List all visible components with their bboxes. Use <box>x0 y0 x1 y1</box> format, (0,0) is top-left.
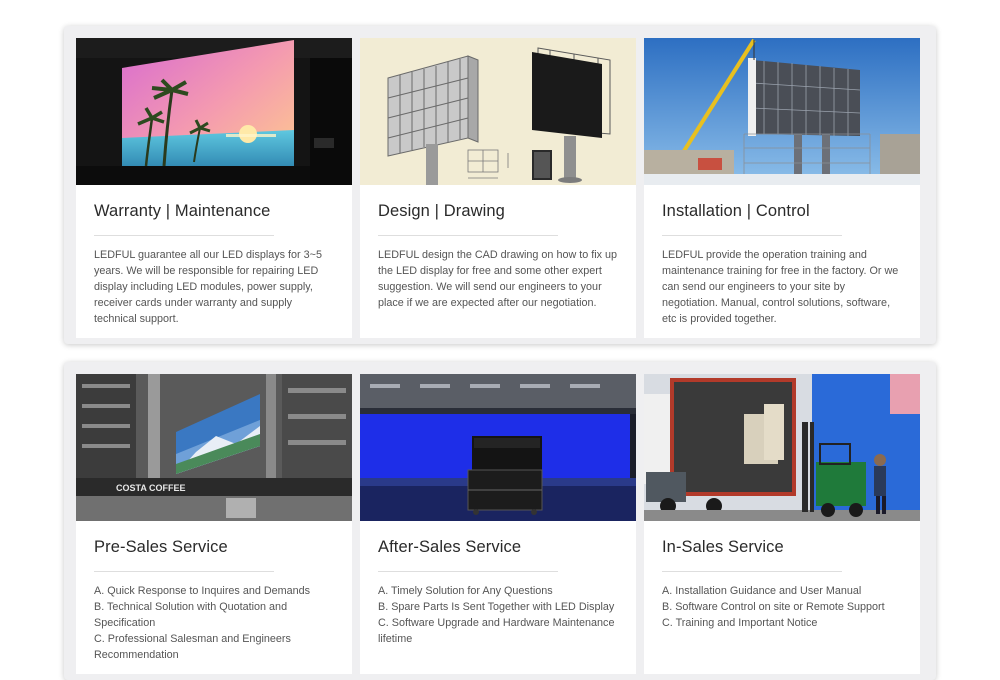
title-divider <box>378 571 558 572</box>
service-card-warranty: Warranty | Maintenance LEDFUL guarantee … <box>76 38 352 338</box>
photo-cad-drawing <box>360 38 636 185</box>
list-item: A. Timely Solution for Any Questions <box>378 585 553 597</box>
title-divider <box>94 235 274 236</box>
service-title: Installation | Control <box>662 202 810 220</box>
services-panel-top: Warranty | Maintenance LEDFUL guarantee … <box>64 26 936 344</box>
list-item: C. Software Upgrade and Hardware Mainten… <box>378 617 615 645</box>
costa-coffee-sign: COSTA COFFEE <box>116 483 186 493</box>
service-card-design: Design | Drawing LEDFUL design the CAD d… <box>360 38 636 338</box>
title-divider <box>378 235 558 236</box>
photo-indoor-led-display <box>76 38 352 185</box>
service-title: Pre-Sales Service <box>94 538 228 556</box>
title-divider <box>662 235 842 236</box>
service-list: A. Timely Solution for Any Questions B. … <box>378 583 623 647</box>
service-card-pre-sales: COSTA COFFEE Pre-Sales Service A. Quick … <box>76 374 352 674</box>
service-card-in-sales: In-Sales Service A. Installation Guidanc… <box>644 374 920 674</box>
list-item: A. Installation Guidance and User Manual <box>662 585 862 597</box>
photo-billboard-installation <box>644 38 920 185</box>
service-title: Design | Drawing <box>378 202 505 220</box>
services-panel-bottom: COSTA COFFEE Pre-Sales Service A. Quick … <box>64 362 936 680</box>
list-item: B. Software Control on site or Remote Su… <box>662 601 885 613</box>
list-item: C. Professional Salesman and Engineers R… <box>94 633 291 661</box>
service-description: LEDFUL guarantee all our LED displays fo… <box>94 249 322 325</box>
service-card-installation: Installation | Control LEDFUL provide th… <box>644 38 920 338</box>
service-description: LEDFUL design the CAD drawing on how to … <box>378 249 618 309</box>
list-item: B. Spare Parts Is Sent Together with LED… <box>378 601 615 613</box>
photo-mall-led-display: COSTA COFFEE <box>76 374 352 521</box>
service-list: A. Quick Response to Inquires and Demand… <box>94 583 339 663</box>
list-item: A. Quick Response to Inquires and Demand… <box>94 585 311 597</box>
service-title: In-Sales Service <box>662 538 784 556</box>
service-description: LEDFUL provide the operation training an… <box>662 249 899 325</box>
title-divider <box>94 571 274 572</box>
photo-truck-loading <box>644 374 920 521</box>
photo-blue-led-wall <box>360 374 636 521</box>
service-title: After-Sales Service <box>378 538 522 556</box>
service-list: A. Installation Guidance and User Manual… <box>662 583 907 631</box>
service-title: Warranty | Maintenance <box>94 202 271 220</box>
title-divider <box>662 571 842 572</box>
service-card-after-sales: After-Sales Service A. Timely Solution f… <box>360 374 636 674</box>
list-item: C. Training and Important Notice <box>662 617 818 629</box>
list-item: B. Technical Solution with Quotation and… <box>94 601 288 629</box>
